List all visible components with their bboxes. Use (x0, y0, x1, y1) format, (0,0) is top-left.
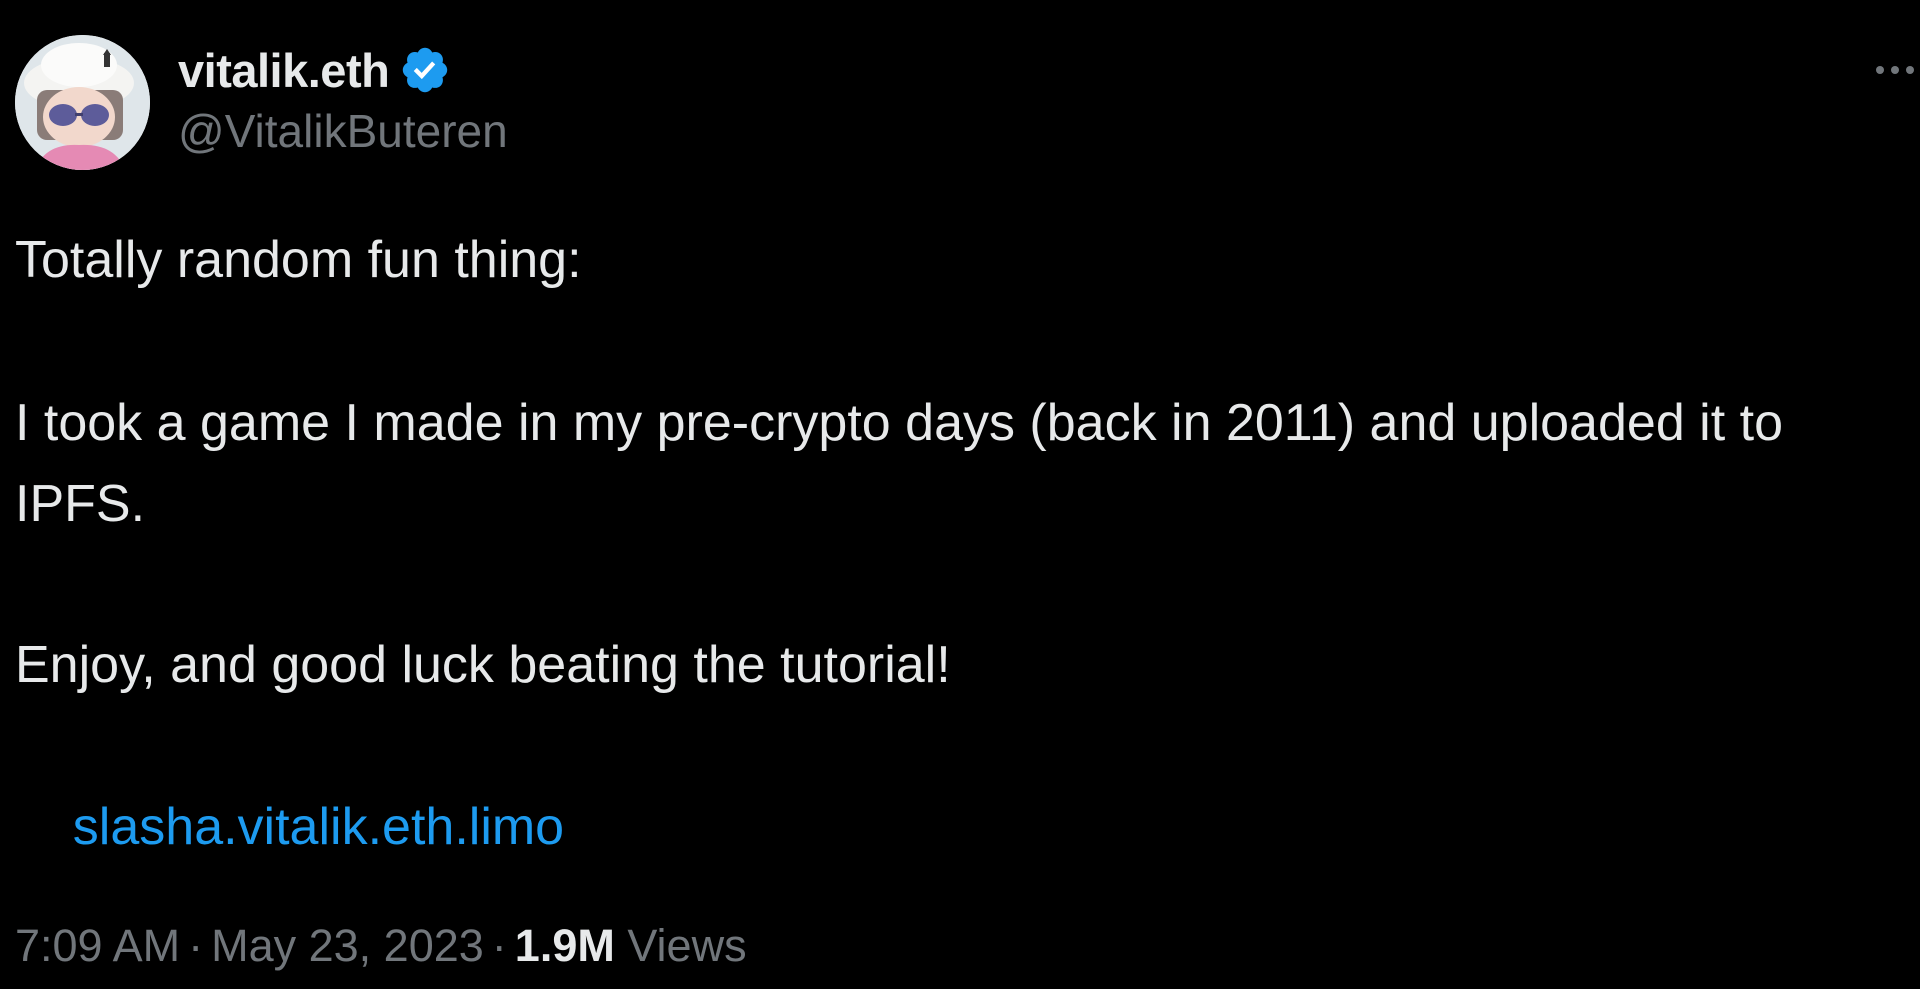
views-count[interactable]: 1.9M (515, 920, 615, 971)
author-handle[interactable]: @VitalikButeren (178, 104, 508, 158)
avatar[interactable] (15, 35, 150, 170)
tweet-paragraph: I took a game I made in my pre-crypto da… (15, 394, 1798, 533)
more-options-button[interactable] (1870, 50, 1920, 90)
tweet-date[interactable]: May 23, 2023 (211, 920, 484, 971)
tweet-paragraph: Totally random fun thing: (15, 231, 582, 289)
verified-badge-icon[interactable] (399, 44, 451, 96)
meta-separator: · (491, 920, 507, 971)
views-label: Views (627, 920, 747, 971)
tweet-paragraph: Enjoy, and good luck beating the tutoria… (15, 636, 951, 694)
tweet-meta: 7:09 AM · May 23, 2023 · 1.9M Views (15, 920, 747, 972)
tweet-text: Totally random fun thing: I took a game … (15, 220, 1895, 856)
display-name[interactable]: vitalik.eth (178, 43, 390, 98)
more-horizontal-icon (1876, 66, 1914, 74)
author-block: vitalik.eth @VitalikButeren (178, 40, 508, 158)
meta-separator: · (188, 920, 204, 971)
tweet-time[interactable]: 7:09 AM (15, 920, 180, 971)
avatar-image (15, 35, 150, 170)
tweet-link[interactable]: slasha.vitalik.eth.limo (73, 787, 564, 868)
tweet-card: vitalik.eth @VitalikButeren Totally rand… (0, 0, 1920, 989)
